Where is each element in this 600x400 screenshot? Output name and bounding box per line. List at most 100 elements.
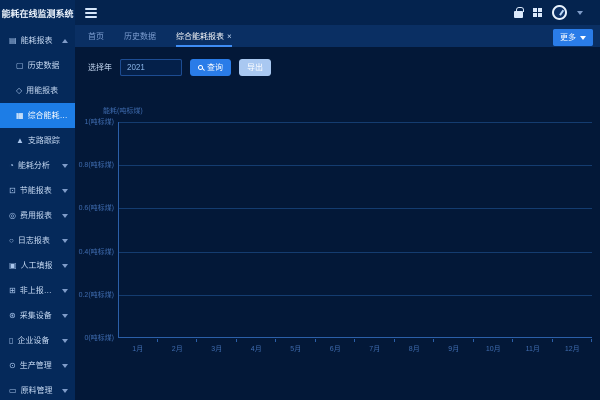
sidebar-item-label: 企业设备 [17, 335, 49, 346]
gear-icon: ⊛ [9, 311, 16, 320]
gridline [119, 165, 592, 166]
export-button[interactable]: 导出 [239, 59, 271, 76]
y-tick-label: 1(吨标煤) [84, 117, 114, 127]
device-icon: ▯ [9, 336, 13, 345]
sidebar-group-cost-report[interactable]: ◎ 费用报表 [0, 203, 75, 228]
chart-y-axis-title: 能耗(吨标煤) [103, 106, 143, 116]
sidebar-group-energy-report[interactable]: ▤ 能耗报表 [0, 28, 75, 53]
x-tick-label: 3月 [197, 344, 237, 354]
search-button-label: 查询 [207, 62, 223, 73]
more-button[interactable]: 更多 [553, 29, 593, 46]
analysis-icon: ◔ [9, 161, 14, 170]
avatar[interactable] [552, 5, 567, 20]
x-tick-label: 6月 [316, 344, 356, 354]
tab-label: 综合能耗报表 [176, 31, 224, 42]
year-input[interactable] [120, 59, 182, 76]
export-button-label: 导出 [247, 62, 263, 73]
tab-label: 历史数据 [124, 31, 156, 42]
sidebar-item-label: 费用报表 [20, 210, 52, 221]
sidebar-item-label: 综合能耗报表 [28, 110, 75, 121]
sidebar-item-label: 节能报表 [20, 185, 52, 196]
tab-label: 首页 [88, 31, 104, 42]
chevron-down-icon [62, 389, 68, 393]
clipboard-icon: ▤ [9, 36, 17, 45]
sidebar-item-branch-tracking[interactable]: ▲ 支路跟踪 [0, 128, 75, 153]
y-tick-label: 0.2(吨标煤) [79, 290, 114, 300]
chevron-down-icon [580, 36, 586, 40]
chevron-down-icon [62, 214, 68, 218]
y-tick-label: 0.8(吨标煤) [79, 160, 114, 170]
sidebar-group-production-management[interactable]: ⊙ 生产管理 [0, 353, 75, 378]
sidebar-item-label: 支路跟踪 [28, 135, 60, 146]
header-actions [514, 5, 590, 20]
gridline [119, 295, 592, 296]
y-tick-label: 0(吨标煤) [84, 333, 114, 343]
close-icon[interactable]: × [227, 32, 232, 41]
sidebar-item-label: 人工填报 [21, 260, 53, 271]
sidebar: 能耗在线监测系统 ▤ 能耗报表 ▢ 历史数据 ◇ 用能报表 ▦ 综合能耗报表 ▲… [0, 0, 75, 400]
query-toolbar: 选择年 查询 导出 [88, 59, 271, 76]
sidebar-item-energy-use-report[interactable]: ◇ 用能报表 [0, 78, 75, 103]
chevron-down-icon [62, 314, 68, 318]
energy-saving-icon: ⊡ [9, 186, 16, 195]
sidebar-item-label: 用能报表 [26, 85, 58, 96]
sidebar-item-label: 生产管理 [20, 360, 52, 371]
grid-layout-icon[interactable] [533, 8, 542, 17]
chevron-down-icon [62, 264, 68, 268]
chevron-down-icon [62, 164, 68, 168]
sidebar-group-enterprise-devices[interactable]: ▯ 企业设备 [0, 328, 75, 353]
chevron-down-icon [62, 239, 68, 243]
sidebar-group-log-report[interactable]: ○ 日志报表 [0, 228, 75, 253]
more-button-label: 更多 [560, 32, 576, 43]
drop-icon: ◇ [16, 86, 22, 95]
x-tick-label: 1月 [118, 344, 158, 354]
sidebar-item-label: 能耗分析 [18, 160, 50, 171]
chevron-down-icon [62, 364, 68, 368]
sidebar-item-label: 能耗报表 [21, 35, 53, 46]
x-tick-label: 2月 [158, 344, 198, 354]
sidebar-item-history-data[interactable]: ▢ 历史数据 [0, 53, 75, 78]
sidebar-item-label: 历史数据 [28, 60, 60, 71]
sidebar-item-label: 原料管理 [21, 385, 53, 396]
sidebar-group-energy-saving-report[interactable]: ⊡ 节能报表 [0, 178, 75, 203]
chevron-up-icon [62, 39, 68, 43]
log-icon: ○ [9, 236, 14, 245]
sidebar-item-comprehensive-energy-report[interactable]: ▦ 综合能耗报表 [0, 103, 75, 128]
cost-icon: ◎ [9, 211, 16, 220]
gridline [119, 208, 592, 209]
app-title: 能耗在线监测系统 [0, 0, 75, 28]
sidebar-group-collection-devices[interactable]: ⊛ 采集设备 [0, 303, 75, 328]
x-axis-ticks [118, 339, 592, 342]
x-tick-label: 7月 [355, 344, 395, 354]
report-icon: ▦ [16, 111, 24, 120]
warning-triangle-icon: ▲ [16, 136, 24, 145]
x-axis-labels: 1月 2月 3月 4月 5月 6月 7月 8月 9月 10月 11月 12月 [118, 344, 592, 354]
app-window: 能耗在线监测系统 ▤ 能耗报表 ▢ 历史数据 ◇ 用能报表 ▦ 综合能耗报表 ▲… [0, 0, 600, 400]
main-content: 选择年 查询 导出 能耗(吨标煤) 1(吨标煤) 0.8(吨标煤) 0.6(吨标… [75, 47, 600, 400]
search-icon [198, 65, 203, 70]
sidebar-item-label: 日志报表 [18, 235, 50, 246]
x-tick-label: 10月 [474, 344, 514, 354]
sidebar-item-label: 采集设备 [20, 310, 52, 321]
tab-comprehensive-energy-report[interactable]: 综合能耗报表 × [176, 25, 232, 47]
sidebar-group-unreported-manual-input[interactable]: ⊞ 非上报手工录入 [0, 278, 75, 303]
tab-home[interactable]: 首页 [88, 25, 104, 47]
hamburger-menu-icon[interactable] [85, 8, 97, 18]
production-icon: ⊙ [9, 361, 16, 370]
sidebar-item-label: 非上报手工录入 [20, 285, 58, 296]
tab-history-data[interactable]: 历史数据 [124, 25, 156, 47]
x-tick-label: 4月 [237, 344, 277, 354]
gridline [119, 122, 592, 123]
lock-icon[interactable] [514, 11, 523, 18]
sidebar-group-energy-analysis[interactable]: ◔ 能耗分析 [0, 153, 75, 178]
top-header [75, 0, 600, 25]
sidebar-group-manual-entry[interactable]: ▣ 人工填报 [0, 253, 75, 278]
search-button[interactable]: 查询 [190, 59, 231, 76]
x-tick-label: 9月 [434, 344, 474, 354]
x-tick-label: 12月 [553, 344, 593, 354]
chevron-down-icon[interactable] [577, 11, 583, 15]
x-tick-label: 11月 [513, 344, 553, 354]
x-tick-label: 5月 [276, 344, 316, 354]
year-select-label: 选择年 [88, 62, 112, 73]
sidebar-group-material-management[interactable]: ▭ 原料管理 [0, 378, 75, 400]
